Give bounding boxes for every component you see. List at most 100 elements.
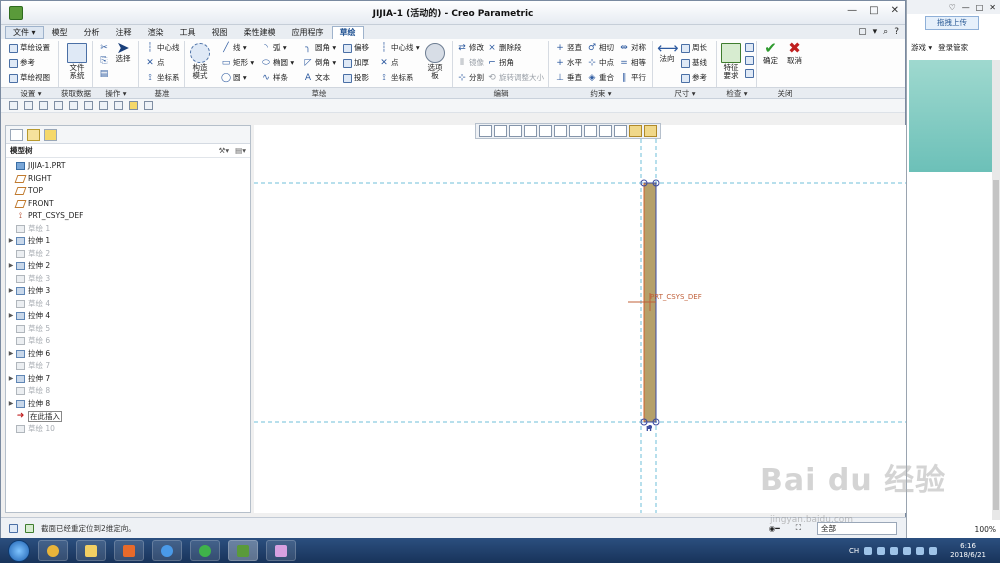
tab-7[interactable]: 柔性建模	[236, 26, 284, 39]
corner-button[interactable]: ⌐ 拐角	[487, 58, 514, 68]
start-button[interactable]	[8, 539, 30, 562]
save-icon[interactable]	[39, 101, 48, 110]
group-label-8[interactable]: 检查 ▾	[717, 88, 757, 99]
tree-node[interactable]: ▶ 拉伸 4	[6, 310, 250, 323]
undo-icon[interactable]	[54, 101, 63, 110]
coincident-button[interactable]: ◈ 重合	[587, 73, 614, 83]
tree-node[interactable]: ▶ 拉伸 3	[6, 285, 250, 298]
expand-arrow-icon[interactable]: ▶	[6, 285, 16, 298]
datum-centerline-button[interactable]: ┆ 中心线	[145, 43, 179, 53]
redo-icon[interactable]	[69, 101, 78, 110]
close-button[interactable]: ✕	[891, 5, 899, 16]
spline-button[interactable]: ∿ 样条	[261, 73, 288, 83]
annotation-display-icon[interactable]	[614, 125, 627, 137]
equal-button[interactable]: = 相等	[619, 58, 646, 68]
line-button[interactable]: ╱ 线 ▾	[221, 43, 246, 53]
help-icon[interactable]: ?	[894, 27, 899, 37]
favorite-icon[interactable]: ♡	[949, 3, 956, 12]
sketcher-display-filter-icon[interactable]	[629, 125, 642, 137]
sketch-view-toolbar-icon[interactable]	[569, 125, 582, 137]
tray-icon-3[interactable]	[890, 546, 899, 555]
display-style-icon[interactable]	[539, 125, 552, 137]
tree-node[interactable]: ▶ 拉伸 7	[6, 373, 250, 386]
tree-node[interactable]: ▶ 拉伸 8	[6, 398, 250, 411]
refit-icon[interactable]	[479, 125, 492, 137]
paste-icon[interactable]: ▤	[99, 69, 109, 79]
thicken-button[interactable]: 加厚	[343, 58, 369, 68]
ribbon-minimize-icon[interactable]: ▢	[858, 27, 867, 37]
reference-dim-button[interactable]: 参考	[681, 73, 707, 83]
perimeter-button[interactable]: 周长	[681, 43, 707, 53]
normal-dimension-button[interactable]: ⟷ 法向	[657, 41, 679, 64]
fillet-button[interactable]: ╮ 圆角 ▾	[303, 43, 336, 53]
tree-node[interactable]: ⟟ PRT_CSYS_DEF	[6, 210, 250, 223]
folder-icon[interactable]	[129, 101, 138, 110]
cut-icon[interactable]: ✂	[99, 43, 109, 53]
ok-button[interactable]: ✔ 确定	[763, 41, 778, 66]
search-icon[interactable]: ⌕	[883, 27, 888, 37]
tree-show-icon[interactable]: ▤▾	[235, 146, 246, 155]
tab-1[interactable]: 模型	[44, 26, 76, 39]
tree-node[interactable]: RIGHT	[6, 173, 250, 186]
tree-node[interactable]: JIJIA-1.PRT	[6, 160, 250, 173]
browser-maximize-button[interactable]: □	[976, 3, 984, 12]
sketch-view-button[interactable]: 草绘视图	[9, 73, 50, 83]
project-button[interactable]: 投影	[343, 73, 369, 83]
tree-node[interactable]: 草绘 7	[6, 360, 250, 373]
arc-button[interactable]: ◝ 弧 ▾	[261, 43, 286, 53]
vertical-button[interactable]: + 竖直	[555, 43, 582, 53]
tree-node[interactable]: 草绘 2	[6, 248, 250, 261]
tree-node[interactable]: 草绘 5	[6, 323, 250, 336]
group-label-3[interactable]: 基准	[139, 88, 185, 99]
group-label-5[interactable]: 编辑	[453, 88, 549, 99]
group-label-4[interactable]: 草绘	[185, 88, 453, 99]
tree-node[interactable]: FRONT	[6, 198, 250, 211]
folder-browser-tab-icon[interactable]	[44, 128, 57, 141]
tray-icon-1[interactable]	[864, 546, 873, 555]
group-label-6[interactable]: 约束 ▾	[549, 88, 653, 99]
tab-9[interactable]: 草绘	[331, 26, 364, 39]
browser-scrollbar[interactable]	[992, 60, 1000, 520]
tab-4[interactable]: 渲染	[140, 26, 172, 39]
tree-node[interactable]: 草绘 3	[6, 273, 250, 286]
browser-toggle-icon[interactable]	[25, 523, 34, 533]
datum-csys-button[interactable]: ⟟ 坐标系	[145, 73, 179, 83]
expand-arrow-icon[interactable]: ▶	[6, 260, 16, 273]
tree-node[interactable]: 草绘 8	[6, 385, 250, 398]
sketch-csys-button[interactable]: ⟟ 坐标系	[379, 73, 413, 83]
ribbon-options-icon[interactable]: ▾	[873, 27, 878, 37]
expand-arrow-icon[interactable]: ▶	[6, 373, 16, 386]
constraint-display-icon[interactable]	[644, 125, 657, 137]
mirror-button[interactable]: ⫴ 镜像	[457, 58, 484, 68]
horizontal-button[interactable]: + 水平	[555, 58, 582, 68]
taskbar-app-baidu-cloud[interactable]	[152, 540, 182, 561]
modify-button[interactable]: ⇄ 修改	[457, 43, 484, 53]
text-button[interactable]: A 文本	[303, 73, 330, 83]
spin-center-icon[interactable]	[599, 125, 612, 137]
taskbar-app-explorer[interactable]	[76, 540, 106, 561]
overlap-icon[interactable]	[745, 43, 754, 52]
circle-button[interactable]: ◯ 圆 ▾	[221, 73, 247, 83]
expand-arrow-icon[interactable]: ▶	[6, 348, 16, 361]
new-file-icon[interactable]	[9, 101, 18, 110]
tangent-button[interactable]: ♂ 相切	[587, 43, 614, 53]
taskbar-app-creo[interactable]	[228, 540, 258, 561]
perpendicular-button[interactable]: ⊥ 垂直	[555, 73, 582, 83]
feature-requirements-button[interactable]: 特征要求	[720, 43, 742, 80]
rotate-resize-button[interactable]: ⟲ 旋转调整大小	[487, 73, 544, 83]
tree-node[interactable]: ▶ 拉伸 2	[6, 260, 250, 273]
taskbar-app-paint[interactable]	[266, 540, 296, 561]
file-system-button[interactable]: 文件系统	[66, 43, 88, 80]
layer-tree-tab-icon[interactable]	[27, 128, 40, 141]
zoom-in-icon[interactable]	[494, 125, 507, 137]
taskbar-app-media[interactable]	[114, 540, 144, 561]
tab-5[interactable]: 工具	[172, 26, 204, 39]
midpoint-button[interactable]: ⊹ 中点	[587, 58, 614, 68]
regenerate-icon[interactable]	[84, 101, 93, 110]
tab-6[interactable]: 视图	[204, 26, 236, 39]
maximize-button[interactable]: □	[869, 5, 878, 16]
saved-orientations-icon[interactable]	[554, 125, 567, 137]
tree-node[interactable]: ▶ 拉伸 1	[6, 235, 250, 248]
datum-display-icon[interactable]	[584, 125, 597, 137]
palette-button[interactable]: 选项板	[425, 43, 445, 80]
